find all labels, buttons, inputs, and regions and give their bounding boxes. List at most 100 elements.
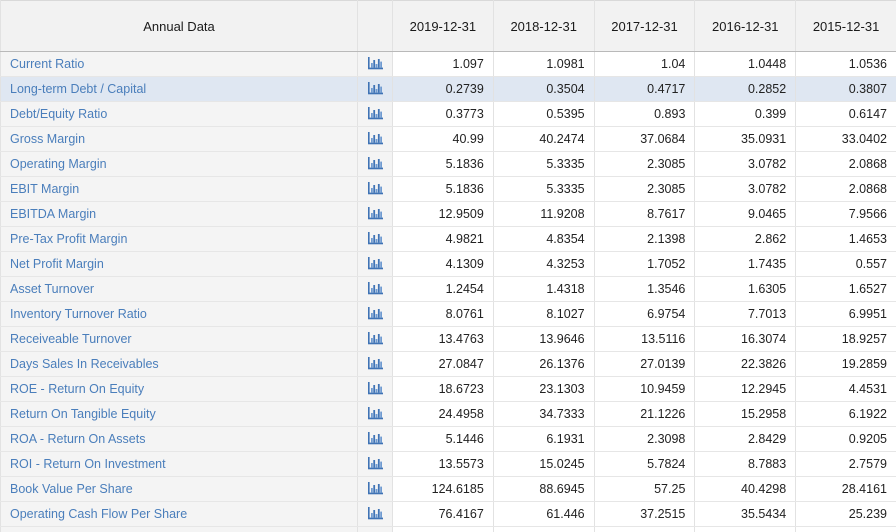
row-chart-cell[interactable] [357, 101, 393, 127]
row-chart-cell[interactable] [357, 201, 393, 227]
bar-chart-icon[interactable] [367, 257, 383, 271]
row-label-cell[interactable]: Receiveable Turnover [0, 326, 358, 352]
row-label-link[interactable]: ROA - Return On Assets [10, 432, 145, 446]
bar-chart-icon[interactable] [367, 232, 383, 246]
row-label-cell[interactable]: Return On Tangible Equity [0, 401, 358, 427]
table-row[interactable]: Asset Turnover 1.2454 1.4318 1.3546 1.6305 1.… [0, 276, 896, 302]
row-label-cell[interactable]: Book Value Per Share [0, 476, 358, 502]
row-label-link[interactable]: Gross Margin [10, 132, 85, 146]
row-chart-cell[interactable] [357, 301, 393, 327]
row-label-cell[interactable]: EBIT Margin [0, 176, 358, 202]
row-chart-cell[interactable] [357, 76, 393, 102]
row-chart-cell[interactable] [357, 426, 393, 452]
table-row[interactable]: ROA - Return On Assets 5.1446 6.1931 2.3098… [0, 426, 896, 452]
row-chart-cell[interactable] [357, 326, 393, 352]
row-chart-cell[interactable] [357, 51, 393, 77]
bar-chart-icon[interactable] [367, 357, 383, 371]
table-row[interactable]: Gross Margin 40.99 40.2474 37.0684 35.0931 33… [0, 126, 896, 152]
table-row[interactable]: Return On Tangible Equity 24.4958 34.7333 2… [0, 401, 896, 427]
bar-chart-icon[interactable] [367, 457, 383, 471]
row-label-link[interactable]: EBITDA Margin [10, 207, 96, 221]
bar-chart-icon[interactable] [367, 57, 383, 71]
bar-chart-icon[interactable] [367, 482, 383, 496]
bar-chart-icon[interactable] [367, 107, 383, 121]
row-label-link[interactable]: EBIT Margin [10, 182, 79, 196]
table-row[interactable]: Receiveable Turnover 13.4763 13.9646 13.511… [0, 326, 896, 352]
bar-chart-icon[interactable] [367, 382, 383, 396]
row-label-cell[interactable]: EBITDA Margin [0, 201, 358, 227]
table-row[interactable]: Net Profit Margin 4.1309 4.3253 1.7052 1.743… [0, 251, 896, 277]
row-label-cell[interactable]: ROE - Return On Equity [0, 376, 358, 402]
row-chart-cell[interactable] [357, 526, 393, 532]
row-label-link[interactable]: Asset Turnover [10, 282, 94, 296]
row-label-link[interactable]: Operating Margin [10, 157, 107, 171]
table-row[interactable]: Inventory Turnover Ratio 8.0761 8.1027 6.97… [0, 301, 896, 327]
table-row[interactable]: Free Cash Flow Per Share 51.240138.816.84… [0, 526, 896, 532]
row-chart-cell[interactable] [357, 151, 393, 177]
row-label-link[interactable]: Return On Tangible Equity [10, 407, 156, 421]
table-row[interactable]: Long-term Debt / Capital 0.2739 0.3504 0.47… [0, 76, 896, 102]
table-row[interactable]: Operating Margin 5.1836 5.3335 2.3085 3.0782… [0, 151, 896, 177]
bar-chart-icon[interactable] [367, 432, 383, 446]
row-label-link[interactable]: ROE - Return On Equity [10, 382, 144, 396]
row-chart-cell[interactable] [357, 226, 393, 252]
bar-chart-icon[interactable] [367, 207, 383, 221]
row-label-cell[interactable]: Net Profit Margin [0, 251, 358, 277]
row-label-link[interactable]: Inventory Turnover Ratio [10, 307, 147, 321]
table-row[interactable]: EBITDA Margin 12.9509 11.9208 8.7617 9.0465 7… [0, 201, 896, 227]
row-chart-cell[interactable] [357, 501, 393, 527]
table-row[interactable]: Debt/Equity Ratio 0.3773 0.5395 0.893 0.399 0… [0, 101, 896, 127]
row-label-cell[interactable]: Days Sales In Receivables [0, 351, 358, 377]
table-row[interactable]: Operating Cash Flow Per Share 76.4167 61.4… [0, 501, 896, 527]
bar-chart-icon[interactable] [367, 507, 383, 521]
row-label-link[interactable]: Net Profit Margin [10, 257, 104, 271]
row-label-cell[interactable]: ROA - Return On Assets [0, 426, 358, 452]
row-label-cell[interactable]: Long-term Debt / Capital [0, 76, 358, 102]
table-row[interactable]: EBIT Margin 5.1836 5.3335 2.3085 3.0782 2.086… [0, 176, 896, 202]
row-chart-cell[interactable] [357, 176, 393, 202]
row-label-link[interactable]: Debt/Equity Ratio [10, 107, 107, 121]
bar-chart-icon[interactable] [367, 407, 383, 421]
table-row[interactable]: Book Value Per Share 124.6185 88.6945 57.25… [0, 476, 896, 502]
row-chart-cell[interactable] [357, 126, 393, 152]
row-label-cell[interactable]: Asset Turnover [0, 276, 358, 302]
row-label-cell[interactable]: Gross Margin [0, 126, 358, 152]
row-chart-cell[interactable] [357, 401, 393, 427]
value-cell: 12.9509 [392, 201, 494, 227]
bar-chart-icon[interactable] [367, 157, 383, 171]
row-chart-cell[interactable] [357, 476, 393, 502]
bar-chart-icon[interactable] [367, 132, 383, 146]
row-label-link[interactable]: Days Sales In Receivables [10, 357, 159, 371]
row-label-link[interactable]: Book Value Per Share [10, 482, 133, 496]
bar-chart-icon[interactable] [367, 82, 383, 96]
table-row[interactable]: ROE - Return On Equity 18.6723 23.1303 10.9… [0, 376, 896, 402]
bar-chart-icon[interactable] [367, 182, 383, 196]
value-cell: 1.097 [392, 51, 494, 77]
bar-chart-icon[interactable] [367, 307, 383, 321]
row-label-cell[interactable]: ROI - Return On Investment [0, 451, 358, 477]
table-row[interactable]: Current Ratio 1.097 1.0981 1.04 1.0448 1.0536 [0, 51, 896, 77]
row-label-cell[interactable]: Operating Cash Flow Per Share [0, 501, 358, 527]
table-row[interactable]: Pre-Tax Profit Margin 4.9821 4.8354 2.1398 2… [0, 226, 896, 252]
row-label-cell[interactable]: Free Cash Flow Per Share [0, 526, 358, 532]
row-label-cell[interactable]: Operating Margin [0, 151, 358, 177]
row-chart-cell[interactable] [357, 251, 393, 277]
row-label-cell[interactable]: Debt/Equity Ratio [0, 101, 358, 127]
table-row[interactable]: Days Sales In Receivables 27.0847 26.1376 2… [0, 351, 896, 377]
row-chart-cell[interactable] [357, 451, 393, 477]
bar-chart-icon[interactable] [367, 332, 383, 346]
row-label-link[interactable]: Current Ratio [10, 57, 84, 71]
bar-chart-icon[interactable] [367, 282, 383, 296]
table-row[interactable]: ROI - Return On Investment 13.5573 15.0245… [0, 451, 896, 477]
row-label-cell[interactable]: Pre-Tax Profit Margin [0, 226, 358, 252]
row-label-cell[interactable]: Current Ratio [0, 51, 358, 77]
row-label-link[interactable]: ROI - Return On Investment [10, 457, 166, 471]
row-chart-cell[interactable] [357, 376, 393, 402]
row-chart-cell[interactable] [357, 351, 393, 377]
row-label-link[interactable]: Pre-Tax Profit Margin [10, 232, 127, 246]
row-label-link[interactable]: Receiveable Turnover [10, 332, 132, 346]
row-label-link[interactable]: Long-term Debt / Capital [10, 82, 146, 96]
row-chart-cell[interactable] [357, 276, 393, 302]
row-label-link[interactable]: Operating Cash Flow Per Share [10, 507, 187, 521]
row-label-cell[interactable]: Inventory Turnover Ratio [0, 301, 358, 327]
